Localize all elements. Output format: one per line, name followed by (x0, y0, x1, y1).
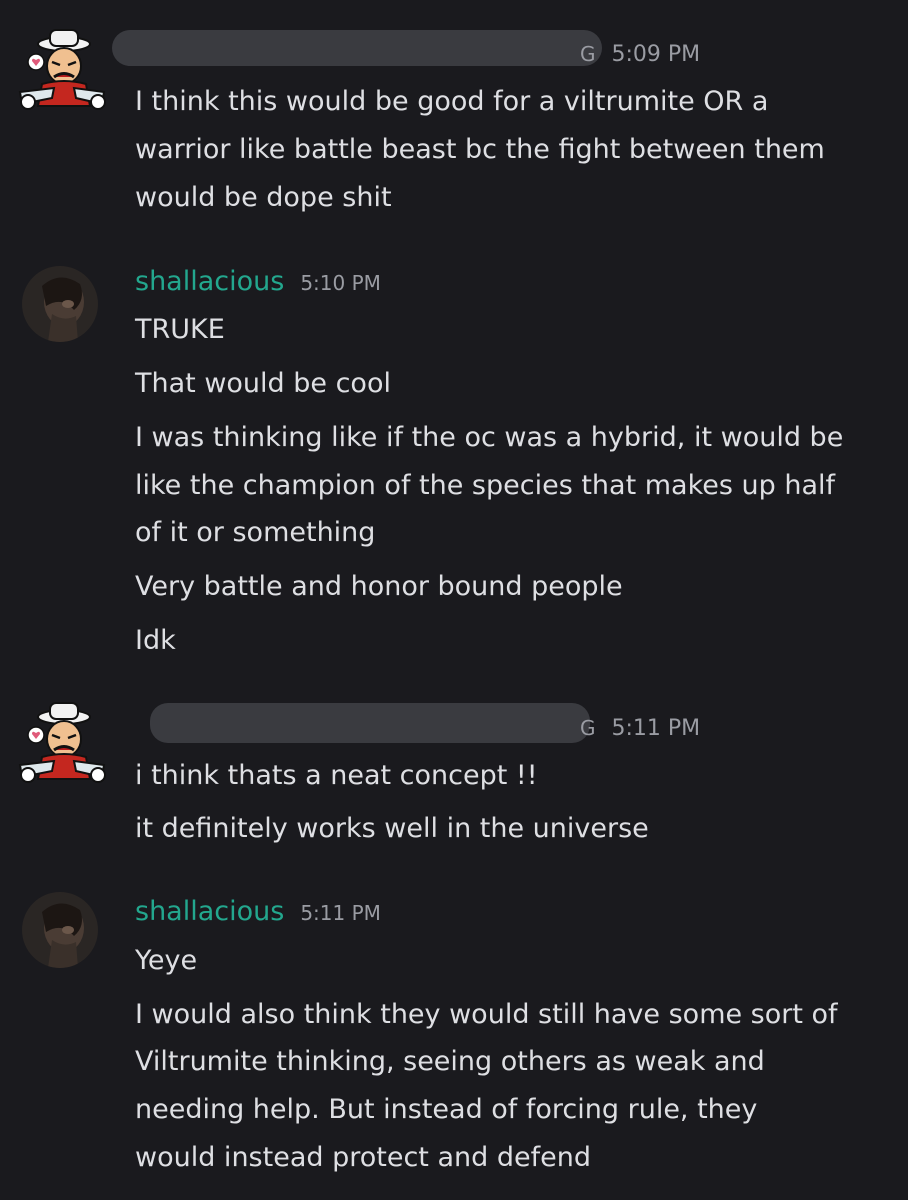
redacted-username (112, 30, 602, 66)
message-line: Very battle and honor bound people (135, 571, 623, 602)
message-line: i think thats a neat concept !! (135, 760, 538, 791)
dark-photo-avatar-icon[interactable] (22, 892, 98, 968)
message-line: would instead protect and defend (135, 1142, 591, 1173)
timestamp[interactable]: 5:10 PM (300, 271, 381, 295)
message-header: shallacious 5:11 PM (135, 896, 381, 927)
message-line: warrior like battle beast bc the fight b… (135, 134, 825, 165)
message-header: shallacious 5:10 PM (135, 266, 381, 297)
username-tail: G (580, 716, 596, 740)
timestamp[interactable]: 5:11 PM (300, 901, 381, 925)
message-line: Idk (135, 625, 176, 656)
message-line: Yeye (135, 945, 198, 976)
message-line: I was thinking like if the oc was a hybr… (135, 422, 844, 453)
message-line: Viltrumite thinking, seeing others as we… (135, 1046, 765, 1077)
message-line: TRUKE (135, 314, 225, 345)
username-tail: G (580, 42, 596, 66)
cartoon-sticker-avatar-icon[interactable] (14, 22, 110, 118)
username[interactable]: shallacious (135, 896, 284, 927)
message-header: G 5:09 PM (580, 42, 700, 67)
message-line: like the champion of the species that ma… (135, 470, 836, 501)
message-header: G 5:11 PM (580, 716, 700, 741)
dark-photo-avatar-icon[interactable] (22, 266, 98, 342)
redacted-username (150, 703, 590, 743)
message-line: That would be cool (135, 368, 391, 399)
message-line: needing help. But instead of forcing rul… (135, 1094, 758, 1125)
message-line: I would also think they would still have… (135, 999, 838, 1030)
cartoon-sticker-avatar-icon[interactable] (14, 695, 110, 791)
message-line: would be dope shit (135, 182, 392, 213)
message-line: I think this would be good for a viltrum… (135, 86, 769, 117)
username[interactable]: shallacious (135, 266, 284, 297)
timestamp[interactable]: 5:09 PM (612, 42, 701, 67)
timestamp[interactable]: 5:11 PM (612, 716, 701, 741)
message-line: it definitely works well in the universe (135, 813, 649, 844)
message-line: of it or something (135, 517, 376, 548)
